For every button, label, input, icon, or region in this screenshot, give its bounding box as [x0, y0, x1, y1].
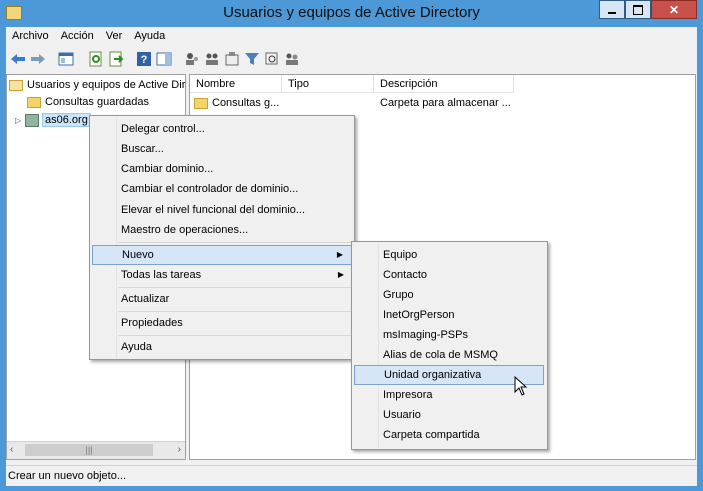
svg-text:?: ?	[141, 54, 148, 66]
menu-item-raise-functional-level[interactable]: Elevar el nivel funcional del dominio...	[90, 200, 352, 220]
menu-item-new-label: Nuevo	[122, 249, 154, 261]
refresh-icon[interactable]	[88, 51, 104, 67]
tree-item-domain[interactable]: ▷ as06.org	[15, 112, 91, 129]
window-title: Usuarios y equipos de Active Directory	[223, 4, 480, 21]
close-icon: ✕	[668, 2, 680, 17]
scroll-left-icon[interactable]: ‹	[10, 444, 13, 455]
submenu-item-group[interactable]: Grupo	[352, 285, 545, 305]
column-header-description[interactable]: Descripción	[374, 75, 514, 93]
column-header-type[interactable]: Tipo	[282, 75, 374, 93]
submenu-item-user[interactable]: Usuario	[352, 405, 545, 425]
mouse-cursor-icon	[514, 376, 528, 396]
app-window: Usuarios y equipos de Active Directory ✕…	[0, 0, 703, 491]
context-menu: Delegar control... Buscar... Cambiar dom…	[89, 115, 355, 360]
menu-item-properties[interactable]: Propiedades	[90, 313, 352, 333]
new-group-icon[interactable]	[204, 51, 220, 67]
add-to-group-icon[interactable]	[284, 51, 300, 67]
menu-item-delegate-control[interactable]: Delegar control...	[90, 119, 352, 139]
submenu-item-msimaging-psps[interactable]: msImaging-PSPs	[352, 325, 545, 345]
menu-separator	[118, 242, 352, 243]
list-item[interactable]: Consultas g... Carpeta para almacenar ..…	[194, 95, 694, 112]
maximize-icon	[633, 4, 643, 15]
status-bar: Crear un nuevo objeto...	[6, 465, 697, 486]
minimize-icon	[608, 11, 616, 14]
folder-icon	[27, 96, 41, 108]
domain-icon	[25, 113, 39, 127]
forward-arrow-icon[interactable]	[30, 51, 46, 67]
menu-item-operations-masters[interactable]: Maestro de operaciones...	[90, 220, 352, 240]
export-list-icon[interactable]	[108, 51, 124, 67]
action-pane-icon[interactable]	[156, 51, 172, 67]
new-ou-icon[interactable]	[224, 51, 240, 67]
menu-separator	[118, 311, 352, 312]
help-icon[interactable]: ?	[136, 51, 152, 67]
scroll-right-icon[interactable]: ›	[178, 444, 181, 455]
maximize-button[interactable]	[625, 0, 651, 19]
scroll-thumb-grip[interactable]: |||	[25, 444, 153, 456]
menu-separator	[118, 287, 352, 288]
status-text: Crear un nuevo objeto...	[8, 470, 127, 482]
menu-item-refresh[interactable]: Actualizar	[90, 289, 352, 309]
menu-ayuda[interactable]: Ayuda	[128, 27, 171, 42]
expand-arrow-icon[interactable]: ▷	[15, 112, 25, 129]
folder-icon	[194, 97, 208, 109]
list-item-description: Carpeta para almacenar ...	[380, 97, 511, 109]
menu-item-help[interactable]: Ayuda	[90, 337, 352, 357]
menu-item-change-domain[interactable]: Cambiar dominio...	[90, 159, 352, 179]
submenu-arrow-icon: ▶	[336, 250, 343, 259]
snapin-icon	[9, 79, 23, 91]
title-bar[interactable]: Usuarios y equipos de Active Directory ✕	[0, 0, 703, 27]
tree-saved-queries-label: Consultas guardadas	[45, 96, 149, 108]
new-user-icon[interactable]	[184, 51, 200, 67]
submenu-item-contact[interactable]: Contacto	[352, 265, 545, 285]
tree-item-root[interactable]: Usuarios y equipos de Active Dir	[9, 77, 185, 94]
menu-ver[interactable]: Ver	[100, 27, 129, 42]
minimize-button[interactable]	[599, 0, 625, 19]
horizontal-scrollbar[interactable]: ‹ ||| ›	[7, 441, 185, 459]
close-button[interactable]: ✕	[651, 0, 697, 19]
list-item-name: Consultas g...	[212, 97, 280, 109]
menu-bar: Archivo Acción Ver Ayuda	[6, 27, 697, 47]
tree-item-saved-queries[interactable]: Consultas guardadas	[27, 94, 149, 111]
submenu-item-computer[interactable]: Equipo	[352, 245, 545, 265]
back-arrow-icon[interactable]	[10, 51, 26, 67]
tree-domain-label: as06.org	[42, 113, 91, 127]
menu-accion[interactable]: Acción	[55, 27, 100, 42]
toolbar: ?	[6, 47, 697, 72]
menu-separator	[118, 335, 352, 336]
menu-item-find[interactable]: Buscar...	[90, 139, 352, 159]
column-header-name[interactable]: Nombre	[190, 75, 282, 93]
menu-item-new[interactable]: Nuevo ▶	[92, 245, 352, 265]
menu-item-all-tasks[interactable]: Todas las tareas ▶	[90, 265, 352, 285]
new-submenu: Equipo Contacto Grupo InetOrgPerson msIm…	[351, 241, 548, 450]
find-icon[interactable]	[264, 51, 280, 67]
filter-icon[interactable]	[244, 51, 260, 67]
submenu-item-msmq-alias[interactable]: Alias de cola de MSMQ	[352, 345, 545, 365]
menu-item-all-tasks-label: Todas las tareas	[121, 269, 202, 281]
menu-archivo[interactable]: Archivo	[6, 27, 55, 42]
submenu-item-inetorgperson[interactable]: InetOrgPerson	[352, 305, 545, 325]
window-controls: ✕	[599, 0, 697, 20]
submenu-item-shared-folder[interactable]: Carpeta compartida	[352, 425, 545, 445]
menu-item-change-dc[interactable]: Cambiar el controlador de dominio...	[90, 179, 352, 199]
submenu-arrow-icon: ▶	[337, 270, 344, 279]
tree-root-label: Usuarios y equipos de Active Dir	[27, 79, 186, 91]
console-tree-icon[interactable]	[58, 51, 74, 67]
